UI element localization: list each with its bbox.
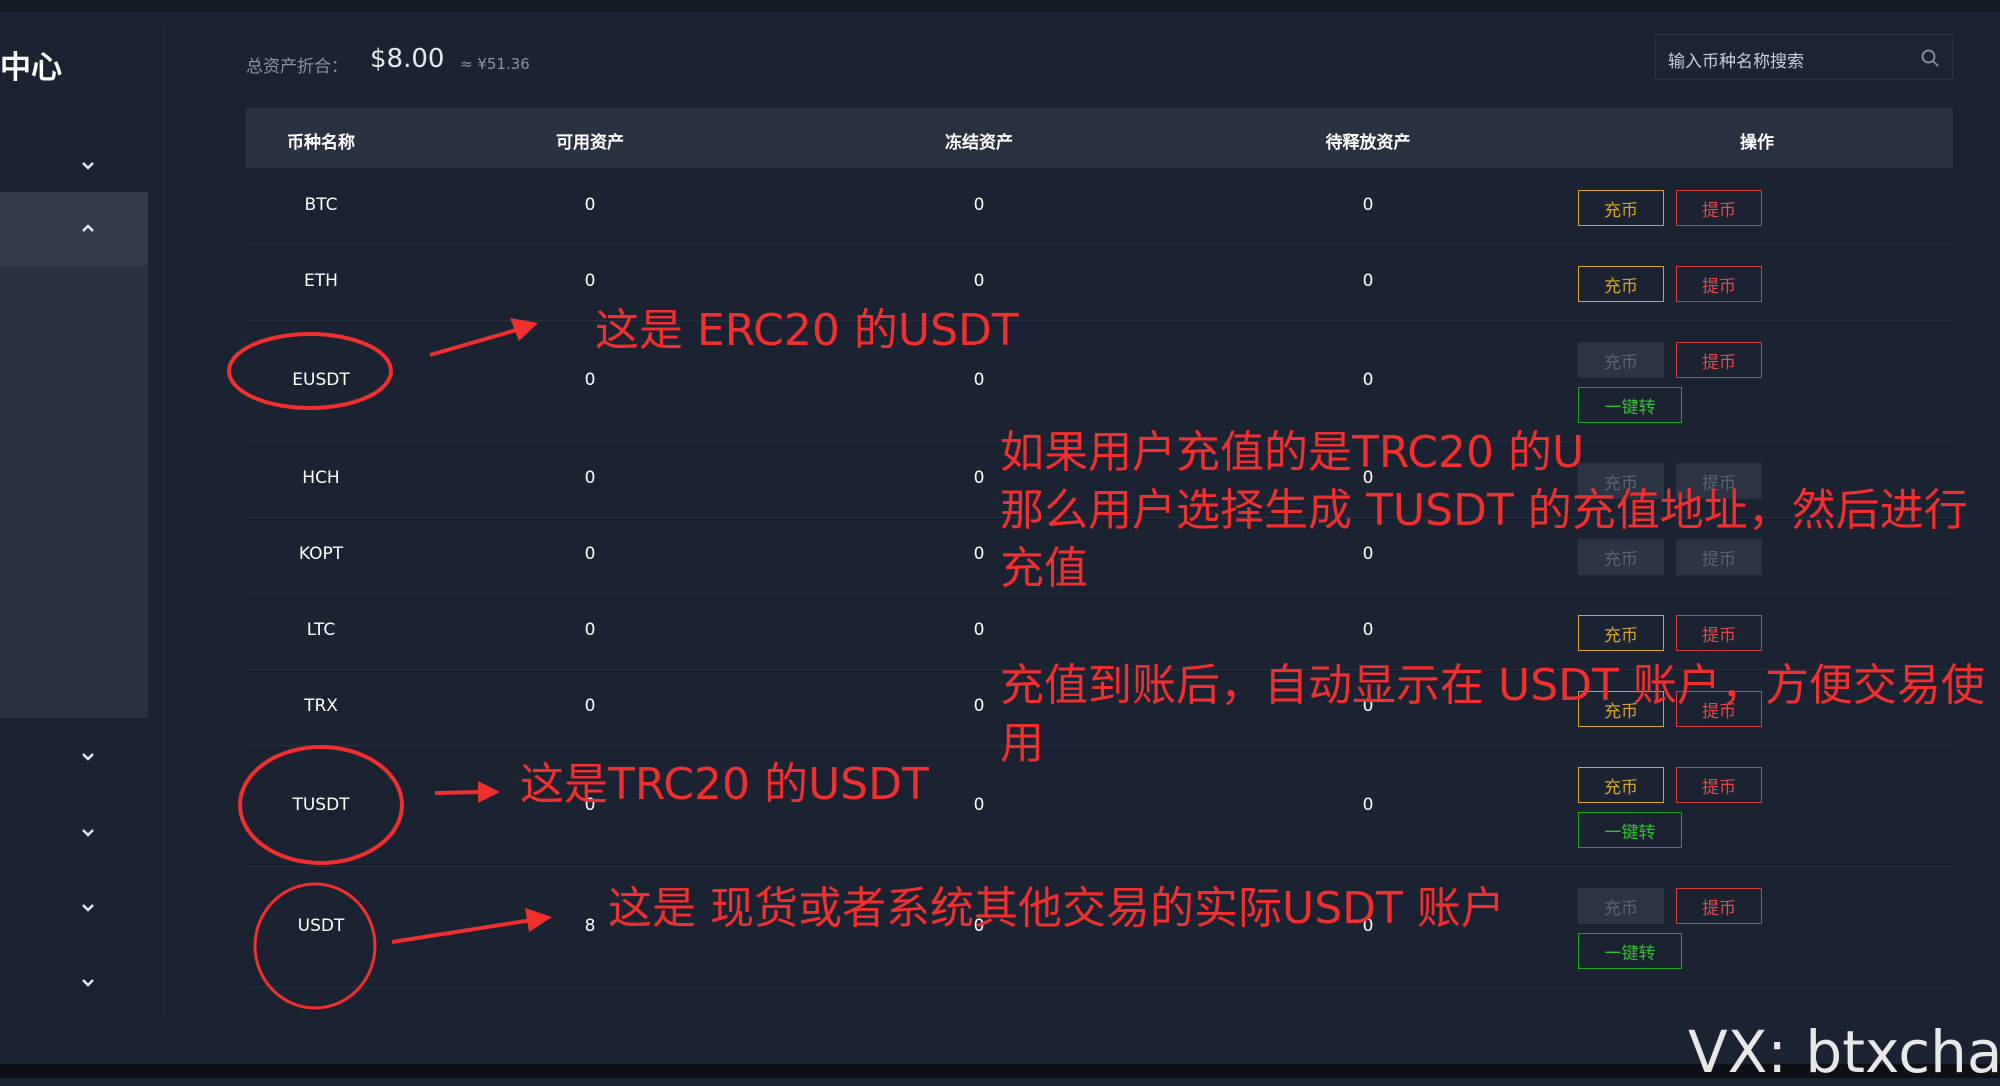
one-click-transfer-button[interactable]: 一键转: [1578, 933, 1682, 969]
sidebar-item-1[interactable]: [0, 128, 148, 202]
sidebar-divider: [163, 28, 164, 1018]
withdraw-button[interactable]: 提币: [1676, 190, 1762, 226]
sidebar: 中心: [0, 12, 164, 1064]
search-icon[interactable]: [1920, 48, 1940, 68]
cell-coin: ETH: [304, 271, 338, 291]
annotation-spot-usdt: 这是 现货或者系统其他交易的实际USDT 账户: [608, 883, 1505, 934]
cell-coin: BTC: [304, 195, 338, 215]
cell-available: 0: [584, 195, 596, 215]
cell-coin: EUSDT: [292, 370, 350, 390]
cell-pending: 0: [1362, 544, 1374, 564]
cell-available: 0: [584, 468, 596, 488]
cell-available: 0: [584, 696, 596, 716]
top-bar: [0, 0, 2000, 12]
search-input[interactable]: 输入币种名称搜索: [1668, 47, 1804, 72]
watermark: VX: btxchain: [1688, 1018, 2000, 1086]
cell-coin: HCH: [302, 468, 340, 488]
sidebar-item-5[interactable]: [0, 870, 148, 944]
cell-frozen: 0: [973, 468, 985, 488]
sidebar-item-2[interactable]: [0, 192, 148, 266]
cell-coin: TRX: [304, 696, 338, 716]
one-click-transfer-button[interactable]: 一键转: [1578, 387, 1682, 423]
cell-available: 0: [584, 370, 596, 390]
column-header-frozen: 冻结资产: [945, 133, 1013, 153]
deposit-button: 充币: [1578, 342, 1664, 378]
annotation-arrival-line1: 充值到账后，自动显示在 USDT 账户，方便交易使: [1000, 660, 1985, 711]
cell-frozen: 0: [973, 195, 985, 215]
cell-coin: USDT: [297, 916, 345, 936]
chevron-down-icon: [82, 162, 94, 170]
deposit-button[interactable]: 充币: [1578, 615, 1664, 651]
table-row: TUSDT 0 0 0 充币 提币 一键转: [246, 745, 1953, 867]
deposit-button[interactable]: 充币: [1578, 190, 1664, 226]
sidebar-submenu-panel: [0, 266, 148, 718]
table-row: ETH 0 0 0 充币 提币: [246, 244, 1953, 321]
withdraw-button: 提币: [1676, 539, 1762, 575]
cell-pending: 0: [1362, 195, 1374, 215]
deposit-button[interactable]: 充币: [1578, 266, 1664, 302]
cell-frozen: 0: [973, 795, 985, 815]
cell-available: 8: [584, 916, 596, 936]
cell-frozen: 0: [973, 620, 985, 640]
annotation-trc20-line1: 如果用户充值的是TRC20 的U: [1000, 427, 1585, 478]
table-header: 币种名称 可用资产 冻结资产 待释放资产 操作: [246, 108, 1953, 168]
sidebar-title: 中心: [0, 50, 62, 86]
chevron-down-icon: [82, 979, 94, 987]
deposit-button: 充币: [1578, 539, 1664, 575]
cell-frozen: 0: [973, 370, 985, 390]
chevron-down-icon: [82, 753, 94, 761]
withdraw-button[interactable]: 提币: [1676, 767, 1762, 803]
cell-available: 0: [584, 271, 596, 291]
search-box[interactable]: 输入币种名称搜索: [1655, 34, 1953, 80]
annotation-arrival-line2: 用: [1000, 718, 1044, 769]
withdraw-button[interactable]: 提币: [1676, 342, 1762, 378]
annotation-trc20-line2: 那么用户选择生成 TUSDT 的充值地址，然后进行: [1000, 485, 1968, 536]
cell-available: 0: [584, 544, 596, 564]
column-header-actions: 操作: [1740, 133, 1774, 153]
total-assets-usd: $8.00: [370, 44, 445, 74]
cell-available: 0: [584, 620, 596, 640]
annotation-erc20: 这是 ERC20 的USDT: [595, 305, 1019, 356]
cell-coin: KOPT: [298, 544, 344, 564]
sidebar-item-4[interactable]: [0, 795, 148, 869]
sidebar-item-3[interactable]: [0, 719, 148, 793]
withdraw-button[interactable]: 提币: [1676, 888, 1762, 924]
cell-pending: 0: [1362, 271, 1374, 291]
cell-pending: 0: [1362, 620, 1374, 640]
annotation-trc20-line3: 充值: [1000, 543, 1088, 594]
total-assets-cny: ≈ ¥51.36: [460, 55, 530, 73]
chevron-up-icon: [82, 224, 94, 232]
withdraw-button[interactable]: 提币: [1676, 266, 1762, 302]
column-header-available: 可用资产: [556, 133, 624, 153]
deposit-button[interactable]: 充币: [1578, 767, 1664, 803]
chevron-down-icon: [82, 904, 94, 912]
deposit-button: 充币: [1578, 888, 1664, 924]
annotation-trc20-usdt: 这是TRC20 的USDT: [520, 759, 929, 810]
cell-pending: 0: [1362, 370, 1374, 390]
total-assets-label: 总资产折合：: [246, 57, 348, 77]
cell-coin: LTC: [306, 620, 336, 640]
chevron-down-icon: [82, 829, 94, 837]
table-row: BTC 0 0 0 充币 提币: [246, 168, 1953, 245]
column-header-coin: 币种名称: [287, 133, 355, 153]
cell-frozen: 0: [973, 271, 985, 291]
one-click-transfer-button[interactable]: 一键转: [1578, 812, 1682, 848]
cell-frozen: 0: [973, 696, 985, 716]
cell-frozen: 0: [973, 544, 985, 564]
withdraw-button[interactable]: 提币: [1676, 615, 1762, 651]
sidebar-item-6[interactable]: [0, 945, 148, 1019]
column-header-pending: 待释放资产: [1325, 133, 1411, 153]
cell-pending: 0: [1362, 795, 1374, 815]
cell-coin: TUSDT: [292, 795, 350, 815]
